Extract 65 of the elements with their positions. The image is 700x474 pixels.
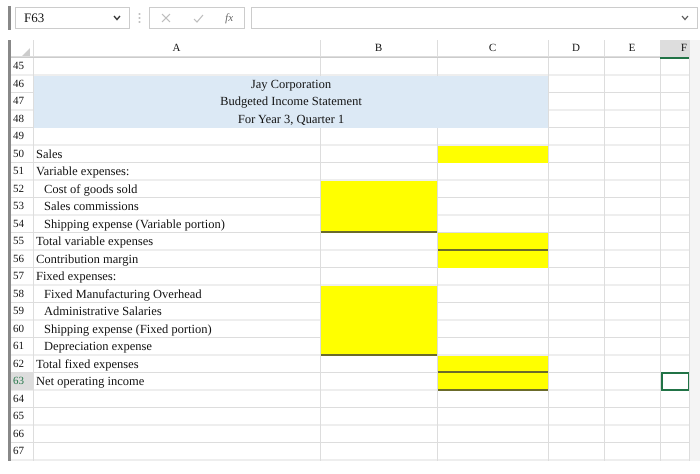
row-header[interactable]: 61 — [11, 338, 33, 354]
input-cell[interactable] — [438, 233, 548, 250]
row-header[interactable]: 46 — [11, 76, 33, 92]
row-header[interactable]: 56 — [11, 250, 33, 267]
row-label: Variable expenses: — [35, 164, 130, 178]
row-label: Depreciation expense — [43, 339, 152, 353]
row-label: Total variable expenses — [35, 234, 154, 248]
scrollbar[interactable] — [689, 40, 700, 460]
row-header[interactable]: 54 — [11, 216, 33, 232]
row-header[interactable]: 47 — [11, 93, 33, 110]
input-cell[interactable] — [321, 286, 437, 303]
input-cell[interactable] — [438, 146, 548, 163]
row-header[interactable]: 58 — [11, 286, 33, 302]
row-label: Fixed expenses: — [35, 269, 116, 283]
formula-field[interactable] — [251, 7, 698, 29]
row-header[interactable]: 59 — [11, 303, 33, 320]
input-cell[interactable] — [321, 338, 437, 356]
row-header[interactable]: 48 — [11, 110, 33, 127]
check-icon[interactable] — [192, 14, 204, 22]
row-header[interactable]: 50 — [11, 146, 33, 162]
row-header[interactable]: 63 — [11, 373, 33, 390]
row-label: Shipping expense (Fixed portion) — [43, 322, 212, 336]
row-label: Cost of goods sold — [43, 182, 138, 196]
row-label: Contribution margin — [35, 252, 138, 266]
row-label: Sales commissions — [43, 199, 139, 213]
column-header[interactable]: A — [33, 40, 320, 59]
cancel-icon[interactable] — [160, 13, 171, 23]
select-all-icon[interactable] — [22, 48, 30, 56]
column-header[interactable]: F — [660, 40, 690, 59]
column-header[interactable]: D — [548, 40, 604, 59]
row-label: Net operating income — [35, 374, 144, 388]
chevron-down-icon — [681, 15, 689, 21]
row-header[interactable]: 64 — [11, 390, 33, 407]
input-cell[interactable] — [438, 356, 548, 373]
column-header[interactable]: E — [604, 40, 660, 59]
row-label: Shipping expense (Variable portion) — [43, 216, 225, 230]
row-header[interactable]: 57 — [11, 268, 33, 284]
row-header[interactable]: 55 — [11, 233, 33, 250]
title-text: For Year 3, Quarter 1 — [238, 112, 344, 126]
name-box[interactable]: F63 — [15, 7, 130, 29]
row-header[interactable]: 67 — [11, 443, 33, 460]
column-header[interactable]: B — [320, 40, 437, 59]
row-header[interactable]: 51 — [11, 163, 33, 180]
insert-function-button[interactable]: fx — [225, 12, 234, 24]
row-header[interactable]: 53 — [11, 198, 33, 214]
row-label: Administrative Salaries — [43, 304, 162, 318]
title-text: Jay Corporation — [250, 76, 332, 90]
row-header[interactable]: 49 — [11, 128, 33, 144]
row-header[interactable]: 66 — [11, 426, 33, 442]
row-label: Total fixed expenses — [35, 356, 139, 370]
drag-handle-icon — [138, 12, 141, 24]
title-text: Budgeted Income Statement — [220, 94, 362, 108]
row-header[interactable]: 62 — [11, 356, 33, 372]
row-header[interactable]: 60 — [11, 320, 33, 337]
row-label: Sales — [35, 146, 62, 160]
chevron-down-icon — [113, 15, 121, 21]
input-cell[interactable] — [438, 250, 548, 268]
column-header[interactable]: C — [437, 40, 548, 59]
input-cell[interactable] — [321, 216, 437, 233]
row-header[interactable]: 52 — [11, 180, 33, 197]
input-cell[interactable] — [438, 373, 548, 390]
row-label: Fixed Manufacturing Overhead — [43, 286, 202, 300]
input-cell[interactable] — [321, 180, 437, 198]
row-header[interactable]: 45 — [11, 58, 33, 74]
row-header[interactable]: 65 — [11, 408, 33, 424]
